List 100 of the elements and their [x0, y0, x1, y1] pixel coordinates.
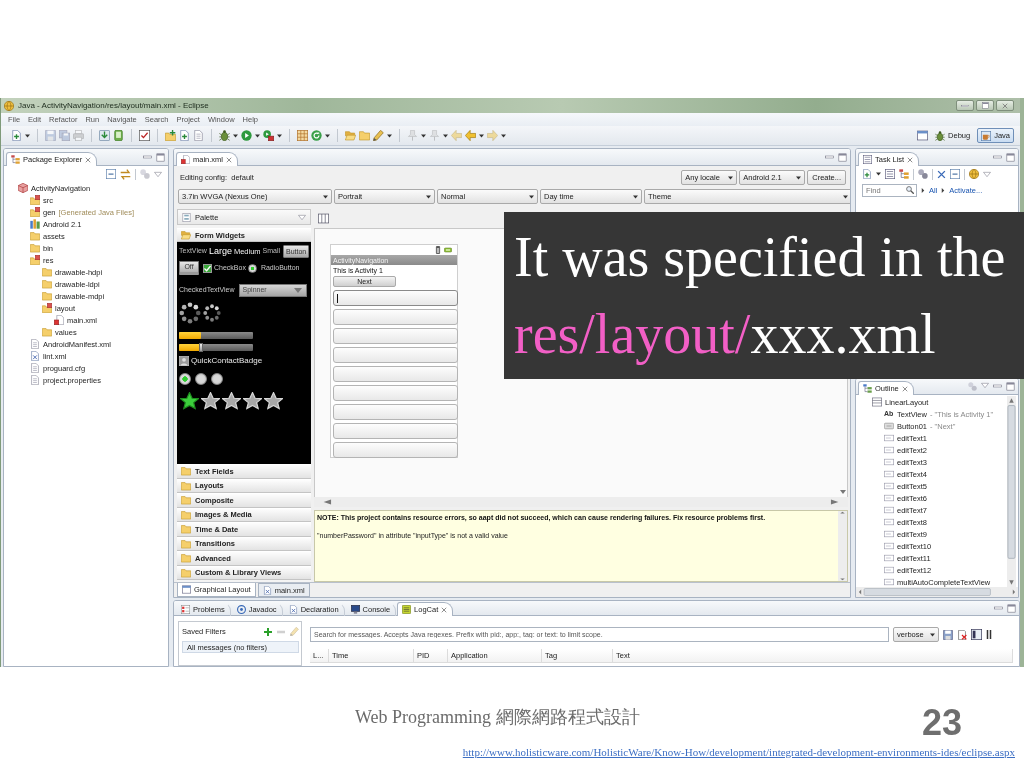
collapse-icon[interactable]: [106, 169, 116, 179]
radio-button[interactable]: [247, 263, 257, 273]
save-all-icon[interactable]: [59, 130, 70, 141]
new-document-icon[interactable]: [179, 130, 190, 141]
maximize-icon[interactable]: [981, 102, 989, 109]
star-icon[interactable]: [180, 392, 199, 410]
radio-button[interactable]: [179, 373, 191, 385]
source-link[interactable]: http://www.holisticware.com/HolisticWare/Know-How/development/integrated-development-environments-ides/eclipse.aspx: [462, 746, 1015, 758]
edit-text-field[interactable]: [333, 309, 458, 325]
collapse-icon[interactable]: [950, 169, 960, 179]
minimize-icon[interactable]: [993, 152, 1002, 161]
caret-icon[interactable]: [277, 133, 282, 138]
checkbox[interactable]: [203, 263, 212, 273]
radio-button[interactable]: [211, 373, 223, 385]
save-icon[interactable]: [943, 629, 953, 640]
maximize-button[interactable]: [976, 100, 994, 111]
view-menu-icon[interactable]: [154, 170, 162, 178]
search-icon[interactable]: [906, 185, 914, 194]
minimize-icon[interactable]: [825, 152, 834, 161]
minimize-icon[interactable]: [993, 382, 1002, 390]
caret-icon: [323, 194, 328, 199]
edit-text-field[interactable]: [333, 404, 458, 420]
seek-bar-track[interactable]: [179, 343, 253, 351]
footer-title: Web Programming 網際網路程式設計: [355, 708, 640, 726]
edit-text-field[interactable]: [333, 442, 458, 458]
play-box-icon[interactable]: [263, 130, 274, 141]
radio-button[interactable]: [195, 373, 207, 385]
view-menu-icon[interactable]: [981, 382, 989, 389]
maximize-icon[interactable]: [838, 152, 847, 162]
caret-icon[interactable]: [421, 133, 426, 138]
loading-ring-icon: [179, 302, 201, 324]
caret-icon[interactable]: [325, 133, 330, 138]
close-icon[interactable]: [1002, 102, 1008, 109]
sync-arrows-icon[interactable]: [120, 168, 131, 180]
grid-icon[interactable]: [297, 130, 308, 141]
file-icon[interactable]: [193, 130, 204, 141]
hierarchy-icon[interactable]: [899, 169, 909, 179]
vertical-scrollbar[interactable]: [1007, 396, 1016, 587]
pencil-icon[interactable]: [373, 130, 384, 141]
columns-icon[interactable]: [318, 213, 329, 224]
caret-icon[interactable]: [387, 133, 392, 138]
list-icon: [863, 155, 872, 164]
horizontal-scrollbar[interactable]: [856, 587, 1018, 597]
clear-log-icon[interactable]: [957, 629, 967, 640]
minimize-button[interactable]: [956, 100, 974, 111]
split-view-icon[interactable]: [971, 629, 982, 640]
caret-icon[interactable]: [479, 133, 484, 138]
folder-icon[interactable]: [359, 130, 370, 141]
caret-icon: [529, 194, 534, 199]
maximize-icon[interactable]: [1007, 603, 1016, 613]
close-button[interactable]: [996, 100, 1014, 111]
folder-plus-icon[interactable]: [165, 130, 176, 141]
caret-icon[interactable]: [501, 133, 506, 138]
globe-icon[interactable]: [969, 169, 979, 179]
download-icon[interactable]: [99, 130, 110, 141]
edit-text-field[interactable]: [333, 423, 458, 439]
minimize-icon[interactable]: [994, 603, 1003, 612]
caret-icon[interactable]: [876, 172, 881, 176]
new-document-icon[interactable]: [11, 130, 22, 141]
edit-text-field[interactable]: [333, 385, 458, 401]
caret-icon[interactable]: [443, 133, 448, 138]
text-field-icon: [884, 505, 894, 515]
minimize-icon[interactable]: [143, 152, 152, 161]
edit-text-field[interactable]: [333, 347, 458, 363]
edit-text-field[interactable]: [333, 290, 458, 306]
print-icon[interactable]: [73, 130, 84, 141]
window-icon[interactable]: [917, 130, 929, 141]
view-menu-icon[interactable]: [298, 213, 306, 221]
close-icon[interactable]: [226, 156, 232, 163]
close-icon[interactable]: [907, 156, 914, 163]
caret-icon[interactable]: [25, 133, 30, 138]
bug-icon[interactable]: [219, 130, 230, 141]
plus-icon[interactable]: [264, 627, 272, 636]
text-field-icon: [884, 565, 894, 575]
phone-icon[interactable]: [113, 130, 124, 141]
vertical-scrollbar[interactable]: [838, 511, 847, 581]
close-icon[interactable]: [441, 606, 448, 613]
view-menu-icon[interactable]: [983, 170, 991, 178]
caret-icon[interactable]: [233, 133, 238, 138]
list-icon[interactable]: [885, 169, 895, 179]
checked-box-icon[interactable]: [139, 130, 150, 141]
folder-open-icon[interactable]: [345, 130, 356, 141]
caret-icon: [843, 194, 848, 199]
edit-text-field[interactable]: [333, 328, 458, 344]
folder-open-icon: [181, 230, 191, 240]
cross-icon[interactable]: [937, 169, 946, 179]
scroll-down-icon[interactable]: [839, 490, 846, 494]
circles-icon[interactable]: [918, 169, 928, 179]
page-number: 23: [921, 705, 962, 741]
close-icon[interactable]: [85, 156, 92, 163]
new-document-icon[interactable]: [862, 169, 872, 179]
maximize-icon[interactable]: [1006, 152, 1015, 162]
pause-icon[interactable]: [986, 630, 992, 639]
maximize-icon[interactable]: [1006, 382, 1015, 391]
caret-icon[interactable]: [255, 133, 260, 138]
chevron-icon: [941, 187, 946, 193]
close-icon[interactable]: [901, 385, 908, 392]
edit-text-field[interactable]: [333, 366, 458, 382]
maximize-icon[interactable]: [156, 152, 165, 162]
seek-bar-thumb[interactable]: [199, 342, 204, 352]
